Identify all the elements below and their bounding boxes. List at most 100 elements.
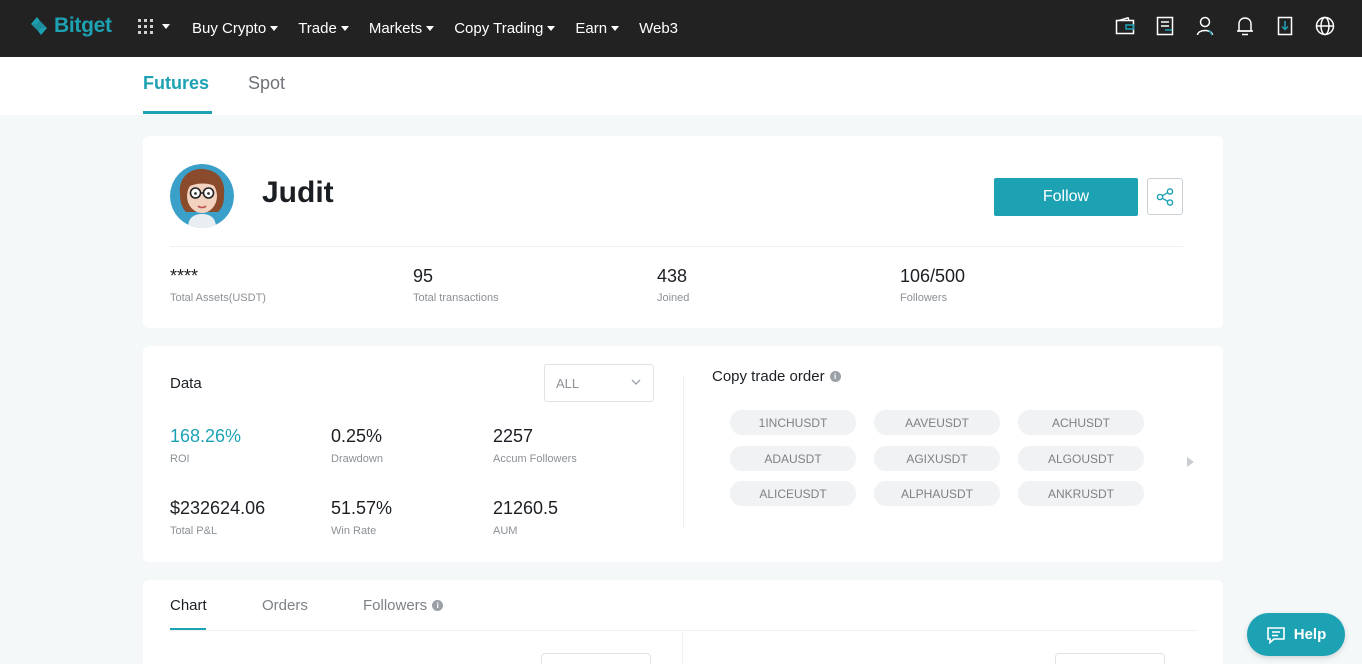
globe-icon[interactable] [1314,15,1336,37]
stat-label: Total transactions [413,292,499,304]
wallet-icon[interactable] [1114,15,1136,37]
apps-menu[interactable] [138,19,170,34]
chevron-down-icon [611,26,620,31]
pair-tag[interactable]: ADAUSDT [730,446,856,471]
menu-label: Trade [298,20,337,37]
nav-right-icons [1096,15,1336,37]
menu-item-trade[interactable]: Trade [298,20,349,37]
help-label: Help [1293,626,1327,643]
stat-value: **** [170,266,199,286]
chevron-down-icon [631,379,641,385]
chevron-down-icon [426,26,435,31]
chat-icon [1266,626,1285,644]
trader-profile-card: Judit Follow **** Total Assets(USDT) 95 … [143,136,1223,328]
bell-icon[interactable] [1234,15,1256,37]
chevron-down-icon [547,26,556,31]
copy-trade-order-title: Copy trade order i [712,368,841,385]
chevron-down-icon [270,26,279,31]
metric-value: $232624.06 [170,498,266,518]
menu-label: Markets [368,20,423,37]
stat-label: Followers [900,292,948,304]
menu-label: Copy Trading [454,20,544,37]
metric-win-rate: 51.57% Win Rate [331,498,392,537]
metric-aum: 21260.5 AUM [493,498,558,537]
share-icon [1156,187,1174,206]
pair-tag[interactable]: AAVEUSDT [874,410,1000,435]
menu-item-web3[interactable]: Web3 [639,20,678,37]
menu-item-copy-trading[interactable]: Copy Trading [454,20,556,37]
metric-value: 51.57% [331,498,393,518]
tab-followers-label: Followers [363,597,428,614]
metric-label: AUM [493,525,518,537]
divider [170,246,1183,247]
main-menu: Buy Crypto Trade Markets Copy Trading Ea… [192,0,698,57]
metric-drawdown: 0.25% Drawdown [331,426,383,465]
stat-value: 438 [657,266,688,286]
download-icon[interactable] [1274,15,1296,37]
metric-value: 21260.5 [493,498,559,518]
chevron-down-icon [340,26,349,31]
menu-item-earn[interactable]: Earn [575,20,620,37]
stat-followers: 106/500 Followers [900,266,965,304]
menu-item-buy-crypto[interactable]: Buy Crypto [192,20,279,37]
trader-name: Judit [262,176,334,209]
stat-value: 95 [413,266,434,286]
chevron-right-icon[interactable] [1187,457,1194,467]
stat-value: 106/500 [900,266,966,286]
stat-joined: 438 Joined [657,266,689,304]
pair-tag[interactable]: ANKRUSDT [1018,481,1144,506]
info-icon[interactable]: i [829,371,841,382]
stat-total-assets: **** Total Assets(USDT) [170,266,266,304]
metric-total-pnl: $232624.06 Total P&L [170,498,265,537]
pair-tag[interactable]: ALGOUSDT [1018,446,1144,471]
menu-label: Earn [575,20,608,37]
tab-spot[interactable]: Spot [248,73,285,94]
period-select[interactable]: ALL [544,364,654,402]
copy-trade-order-label: Copy trade order [712,368,825,385]
chart-period-select[interactable] [541,653,651,664]
top-navbar: Bitget Buy Crypto Trade Markets Copy Tra… [0,0,1362,57]
bitget-logo-icon [31,17,47,35]
metric-value: 168.26% [170,426,242,446]
metric-label: Win Rate [331,525,377,537]
metric-label: Drawdown [331,453,383,465]
logo-text: Bitget [54,14,112,37]
metric-label: ROI [170,453,190,465]
pair-tag[interactable]: ACHUSDT [1018,410,1144,435]
pair-tag[interactable]: 1INCHUSDT [730,410,856,435]
metric-label: Total P&L [170,525,218,537]
menu-item-markets[interactable]: Markets [368,20,435,37]
tab-chart[interactable]: Chart [170,597,207,614]
info-icon: i [432,600,444,611]
divider [170,630,1197,631]
user-icon[interactable] [1194,15,1216,37]
tab-followers[interactable]: Followers i [363,597,444,614]
stat-label: Total Assets(USDT) [170,292,266,304]
tab-futures[interactable]: Futures [143,73,209,94]
menu-label: Buy Crypto [192,20,267,37]
divider [682,632,683,664]
period-select-value: ALL [556,375,580,391]
metric-value: 0.25% [331,426,383,446]
share-button[interactable] [1147,178,1183,215]
market-type-tabs: Futures Spot [0,57,1362,115]
menu-label: Web3 [639,20,679,37]
pair-tag[interactable]: AGIXUSDT [874,446,1000,471]
trader-data-card: Data ALL 168.26% ROI 0.25% Drawdown 2257… [143,346,1223,562]
chart-period-select[interactable] [1055,653,1165,664]
pair-tag[interactable]: ALPHAUSDT [874,481,1000,506]
stat-label: Joined [657,292,690,304]
tab-orders[interactable]: Orders [262,597,308,614]
metric-value: 2257 [493,426,534,446]
orders-icon[interactable] [1154,15,1176,37]
avatar [170,164,234,228]
active-tab-indicator [143,111,212,114]
follow-button[interactable]: Follow [994,178,1138,216]
metric-label: Accum Followers [493,453,577,465]
grid-icon [138,19,153,34]
help-button[interactable]: Help [1247,613,1345,656]
metric-accum-followers: 2257 Accum Followers [493,426,577,465]
bitget-logo[interactable]: Bitget [28,14,112,38]
pair-tag[interactable]: ALICEUSDT [730,481,856,506]
divider [683,376,684,528]
